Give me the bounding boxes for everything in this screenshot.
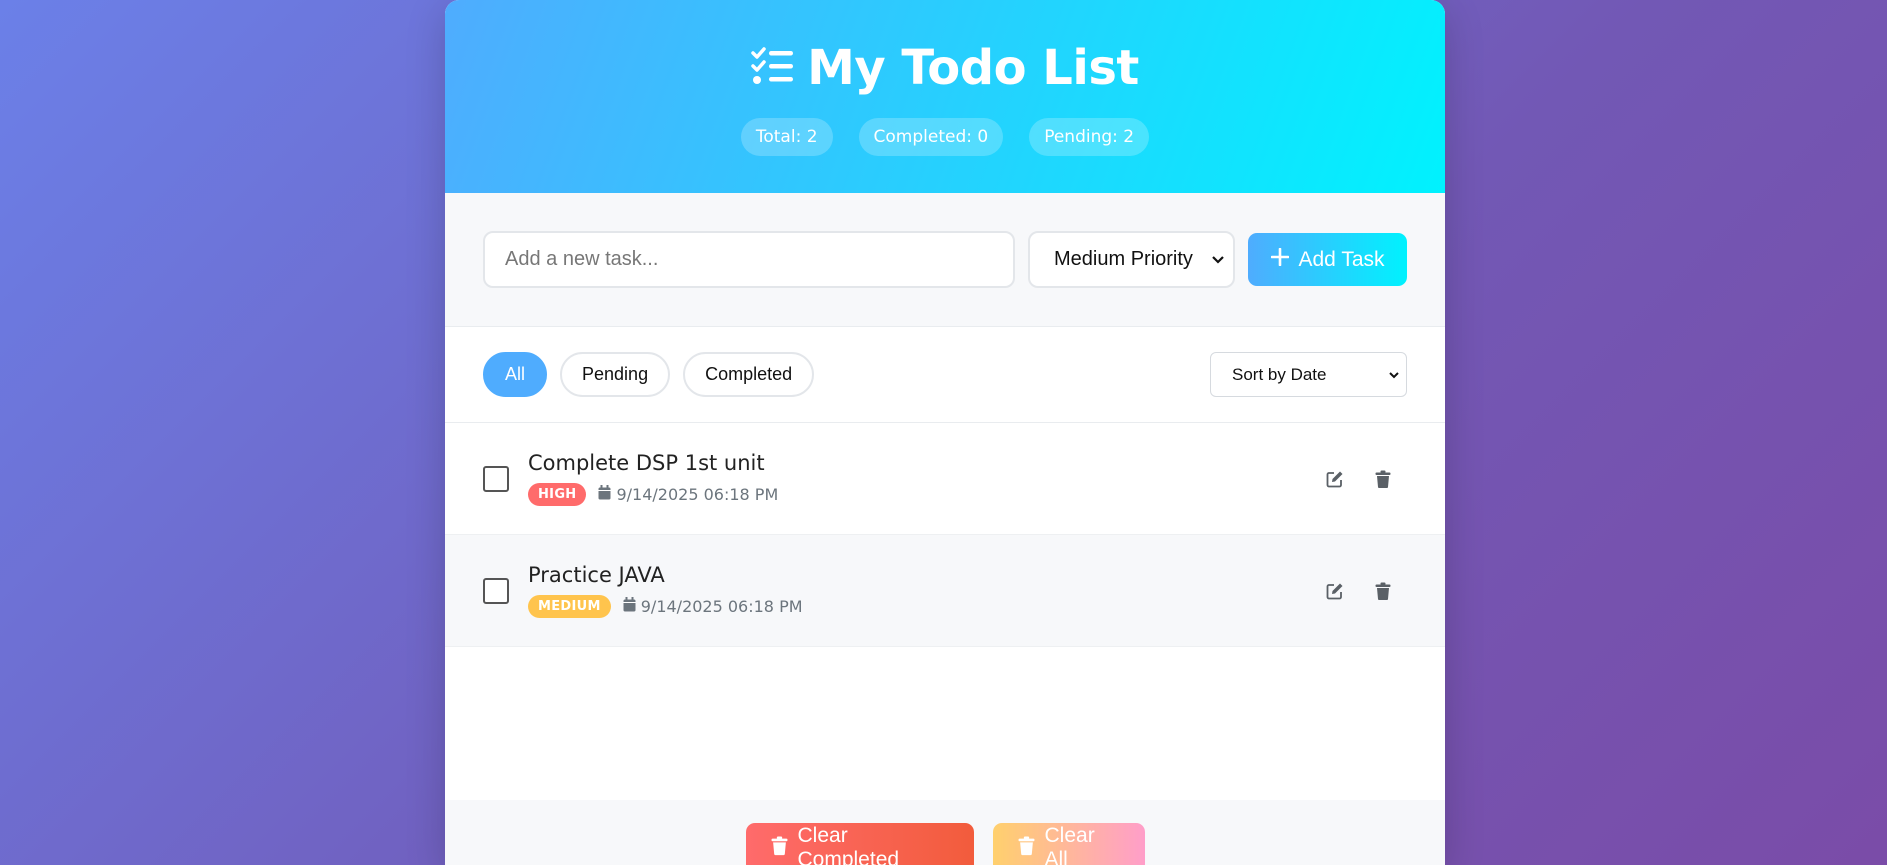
todo-text: Complete DSP 1st unit bbox=[528, 451, 765, 475]
todo-date: 9/14/2025 06:18 PM bbox=[623, 597, 803, 616]
trash-icon[interactable] bbox=[1372, 580, 1394, 602]
clear-all-button[interactable]: Clear All bbox=[992, 823, 1145, 865]
chevron-down-icon bbox=[1211, 248, 1225, 271]
clear-completed-label: Clear Completed bbox=[797, 824, 900, 865]
add-task-button[interactable]: Add Task bbox=[1248, 233, 1407, 286]
todo-date-text: 9/14/2025 06:18 PM bbox=[616, 485, 779, 504]
todo-text: Practice JAVA bbox=[528, 563, 665, 587]
priority-badge: MEDIUM bbox=[528, 595, 611, 618]
todo-checkbox[interactable] bbox=[483, 465, 509, 492]
title-row: My Todo List bbox=[445, 40, 1445, 96]
stat-pending: Pending: 2 bbox=[1029, 118, 1150, 156]
clear-all-label: Clear All bbox=[1044, 824, 1095, 865]
trash-icon[interactable] bbox=[1372, 468, 1394, 490]
todo-content: Practice JAVA MEDIUM 9/14/2025 06:18 PM bbox=[528, 563, 803, 618]
todo-list: Complete DSP 1st unit HIGH 9/14/2025 06:… bbox=[445, 423, 1445, 647]
filter-all-button[interactable]: All bbox=[483, 352, 548, 397]
tasks-list-icon bbox=[751, 46, 795, 91]
todo-app: My Todo List Total: 2 Completed: 0 Pendi… bbox=[445, 0, 1445, 865]
stats-bar: Total: 2 Completed: 0 Pending: 2 bbox=[445, 118, 1445, 156]
filter-pending-button[interactable]: Pending bbox=[560, 352, 671, 397]
todo-actions bbox=[1324, 580, 1394, 602]
page-title: My Todo List bbox=[807, 40, 1139, 96]
calendar-icon bbox=[623, 597, 636, 616]
todo-actions bbox=[1324, 468, 1394, 490]
stat-total: Total: 2 bbox=[740, 118, 833, 156]
calendar-icon bbox=[598, 485, 611, 504]
priority-badge: HIGH bbox=[528, 483, 587, 506]
clear-completed-button[interactable]: Clear Completed bbox=[745, 823, 974, 865]
add-task-section: Add a new task... Medium Priority Add Ta… bbox=[445, 193, 1445, 327]
todo-meta: MEDIUM 9/14/2025 06:18 PM bbox=[528, 595, 803, 618]
trash-icon bbox=[1018, 835, 1035, 862]
add-task-label: Add Task bbox=[1298, 247, 1385, 271]
new-task-input[interactable]: Add a new task... bbox=[483, 231, 1015, 288]
footer-actions: Clear Completed Clear All bbox=[445, 800, 1445, 865]
todo-meta: HIGH 9/14/2025 06:18 PM bbox=[528, 483, 778, 506]
todo-item: Complete DSP 1st unit HIGH 9/14/2025 06:… bbox=[445, 423, 1445, 535]
sort-select-value: Sort by Date bbox=[1232, 364, 1327, 384]
filter-tabs: All Pending Completed bbox=[483, 352, 815, 397]
sort-select[interactable]: Sort by Date bbox=[1210, 352, 1407, 397]
todo-checkbox[interactable] bbox=[483, 577, 509, 604]
todo-date-text: 9/14/2025 06:18 PM bbox=[640, 597, 803, 616]
todo-item: Practice JAVA MEDIUM 9/14/2025 06:18 PM bbox=[445, 535, 1445, 647]
plus-icon bbox=[1270, 247, 1289, 272]
stat-completed: Completed: 0 bbox=[858, 118, 1004, 156]
priority-select[interactable]: Medium Priority bbox=[1028, 231, 1235, 288]
todo-content: Complete DSP 1st unit HIGH 9/14/2025 06:… bbox=[528, 451, 778, 506]
filter-completed-button[interactable]: Completed bbox=[683, 352, 815, 397]
edit-icon[interactable] bbox=[1324, 580, 1346, 602]
app-header: My Todo List Total: 2 Completed: 0 Pendi… bbox=[445, 0, 1445, 193]
priority-select-value: Medium Priority bbox=[1054, 248, 1193, 270]
chevron-down-icon bbox=[1388, 365, 1400, 385]
todo-date: 9/14/2025 06:18 PM bbox=[598, 485, 778, 504]
filter-bar: All Pending Completed Sort by Date bbox=[445, 327, 1445, 423]
edit-icon[interactable] bbox=[1324, 468, 1346, 490]
trash-icon bbox=[771, 835, 788, 862]
